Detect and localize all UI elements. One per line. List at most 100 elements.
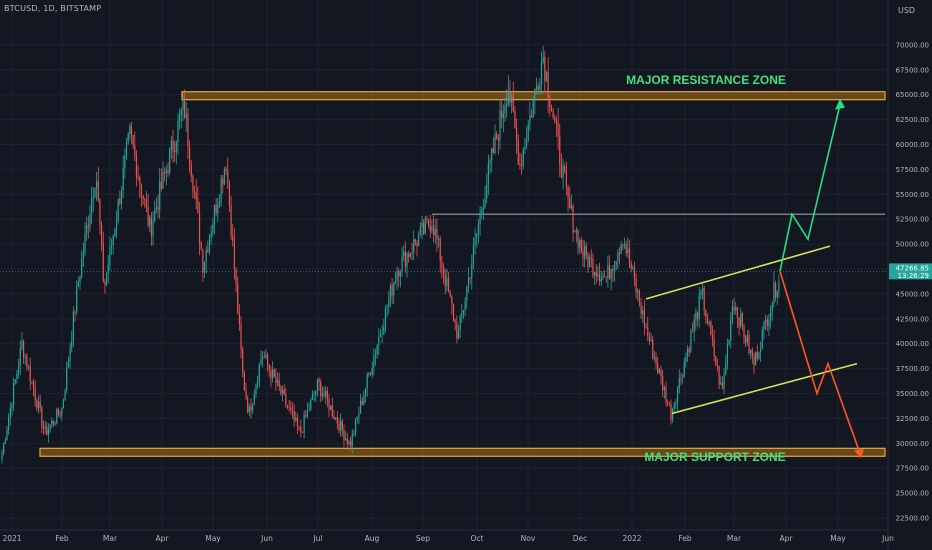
candle-body <box>381 333 383 335</box>
candle-body <box>564 166 566 173</box>
candle-body <box>379 334 382 338</box>
candle-body <box>124 155 126 169</box>
date-tick-label: Jul <box>312 534 322 543</box>
candle-body <box>721 382 724 389</box>
candle-body <box>524 146 526 150</box>
candle-body <box>519 164 521 166</box>
candle-body <box>457 330 460 339</box>
candle-body <box>760 348 762 353</box>
trading-chart[interactable]: MAJOR RESISTANCE ZONE MAJOR SUPPORT ZONE … <box>0 0 932 550</box>
candle-body <box>273 369 275 377</box>
candle-body <box>668 402 670 404</box>
candle-body <box>18 366 20 373</box>
candle-body <box>102 243 104 282</box>
candle-body <box>86 225 88 234</box>
date-tick-label: 2021 <box>2 534 21 543</box>
candle-body <box>683 362 685 377</box>
candle-body <box>363 395 365 405</box>
candle-body <box>54 423 56 425</box>
candle-body <box>96 180 98 188</box>
date-tick-label: Feb <box>55 534 69 543</box>
candle-body <box>685 356 687 363</box>
candle-body <box>736 306 738 318</box>
candle-body <box>117 198 119 221</box>
candle-body <box>572 205 574 233</box>
candle-body <box>354 418 357 434</box>
candle-body <box>491 148 493 161</box>
candle-body <box>725 363 727 374</box>
candle-body <box>437 238 440 240</box>
candle-body <box>580 240 582 252</box>
candle-body <box>506 104 508 106</box>
candle-body <box>584 246 586 259</box>
candle-body <box>129 125 131 135</box>
candle-body <box>185 114 187 118</box>
candle-body <box>188 146 191 164</box>
candle-body <box>542 57 544 63</box>
candle-body <box>431 226 433 232</box>
candle-body <box>386 306 388 308</box>
candle-body <box>610 268 612 279</box>
candle-body <box>574 230 576 233</box>
candle-body <box>555 120 558 123</box>
candle-body <box>336 417 338 424</box>
candle-body <box>147 206 149 226</box>
candle-body <box>597 273 599 277</box>
candle-body <box>318 379 320 383</box>
candle-body <box>97 180 99 200</box>
candle-body <box>489 160 491 164</box>
candle-body <box>378 337 380 346</box>
candle-body <box>418 234 420 247</box>
candle-body <box>413 239 415 253</box>
candle-body <box>716 364 719 367</box>
candle-body <box>368 373 370 375</box>
candle-body <box>565 172 567 187</box>
candle-body <box>607 264 609 278</box>
candle-body <box>472 244 475 264</box>
candle-body <box>645 326 647 328</box>
candle-body <box>720 382 722 385</box>
candle-body <box>559 135 561 164</box>
candle-body <box>394 280 397 284</box>
candle-body <box>396 271 398 281</box>
date-tick-label: 2022 <box>622 534 641 543</box>
price-tick-label: 37500.00 <box>896 365 929 373</box>
candle-body <box>623 244 626 246</box>
candle-body <box>265 355 267 358</box>
candle-body <box>695 312 697 321</box>
chart-canvas[interactable]: MAJOR RESISTANCE ZONEMAJOR SUPPORT ZONE … <box>0 0 932 550</box>
candle-body <box>642 310 644 314</box>
candle-body <box>680 377 682 379</box>
candle-body <box>222 178 224 185</box>
candle-body <box>371 367 373 376</box>
candle-body <box>283 389 285 395</box>
candle-body <box>677 388 679 403</box>
candle-body <box>690 331 692 352</box>
candle-body <box>51 420 53 426</box>
candle-body <box>446 277 448 287</box>
candle-body <box>741 313 743 326</box>
candle-body <box>345 438 347 441</box>
candle-body <box>14 379 16 384</box>
candle-body <box>658 369 660 374</box>
candle-body <box>56 408 58 424</box>
candle-body <box>486 184 488 199</box>
candle-body <box>66 367 68 391</box>
candle-body <box>130 125 133 135</box>
candle-body <box>4 440 6 444</box>
candle-body <box>464 300 466 310</box>
candle-body <box>776 291 778 298</box>
price-tick-label: 42500.00 <box>896 315 929 323</box>
candle-body <box>423 222 425 234</box>
candle-body <box>11 405 13 408</box>
price-tick-label: 35000.00 <box>896 390 929 398</box>
candle-body <box>369 373 372 376</box>
candle-body <box>436 228 438 240</box>
candle-body <box>300 426 302 432</box>
candle-body <box>353 433 355 435</box>
candle-body <box>660 369 662 377</box>
candle-body <box>310 399 312 410</box>
candle-body <box>544 57 546 81</box>
candle-body <box>726 344 729 364</box>
candle-body <box>115 220 118 230</box>
